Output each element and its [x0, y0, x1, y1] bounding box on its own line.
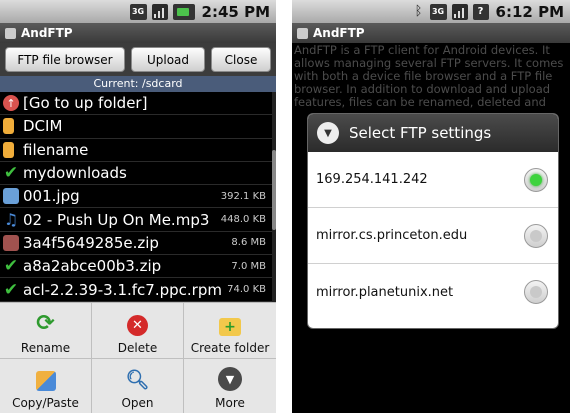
open-menu-item[interactable]: 🔍︎ Open [92, 358, 184, 413]
alarm-icon: ? [472, 3, 489, 20]
close-button[interactable]: Close [211, 47, 271, 72]
folder-icon [3, 118, 14, 135]
copy-paste-icon [35, 371, 56, 391]
checkmark-icon: ✔ [3, 279, 19, 300]
list-item[interactable]: filename [0, 139, 272, 162]
file-browser-screen: 3G 2:45 PM AndFTP FTP file browser Uploa… [0, 0, 276, 413]
ftp-option[interactable]: 169.254.141.242 [308, 152, 558, 208]
app-title-bar: AndFTP [292, 23, 570, 43]
list-item[interactable]: 3a4f5649285e.zip 8.6 MB [0, 232, 272, 256]
description-line: allows managing several FTP servers. It … [294, 57, 564, 70]
ftp-settings-screen: ᛒ 3G ? 6:12 PM AndFTP AndFTP is a FTP cl… [292, 0, 570, 413]
list-item[interactable]: ✔ acl-2.2.39-3.1.fc7.ppc.rpm 74.0 KB [0, 278, 272, 302]
description-line: features, files can be renamed, deleted … [294, 96, 546, 109]
chevron-down-icon: ▼ [218, 367, 242, 391]
options-menu: ⟳ Rename ✕ Delete + Create folder Copy/P… [0, 302, 276, 413]
dialog-header: ▼ Select FTP settings [308, 114, 558, 152]
list-item[interactable]: DCIM [0, 115, 272, 139]
description-line: browser. In addition to download and upl… [294, 83, 551, 96]
app-title: AndFTP [313, 26, 365, 40]
option-label: mirror.planetunix.net [316, 284, 454, 300]
zip-icon [3, 234, 19, 251]
magnifier-icon: 🔍︎ [125, 368, 150, 391]
upload-button[interactable]: Upload [131, 47, 205, 72]
file-name: 3a4f5649285e.zip [23, 233, 159, 252]
rename-menu-item[interactable]: ⟳ Rename [0, 303, 92, 359]
file-size: 7.0 MB [231, 260, 266, 272]
delete-menu-item[interactable]: ✕ Delete [92, 303, 184, 359]
app-title-bar: AndFTP [0, 23, 276, 43]
file-name: mydownloads [23, 164, 127, 183]
file-name: acl-2.2.39-3.1.fc7.ppc.rpm [23, 280, 222, 299]
create-folder-icon: + [219, 317, 241, 336]
signal-icon [151, 3, 168, 20]
3g-icon: 3G [129, 3, 147, 20]
delete-icon: ✕ [127, 314, 148, 336]
file-name: filename [23, 140, 89, 159]
menu-label: Rename [20, 340, 71, 355]
folder-icon [3, 141, 14, 158]
list-item[interactable]: ✔ mydownloads [0, 162, 272, 186]
rename-icon: ⟳ [36, 311, 55, 336]
select-ftp-settings-dialog: ▼ Select FTP settings 169.254.141.242 mi… [307, 113, 559, 329]
bluetooth-icon: ᛒ [414, 4, 423, 19]
file-size: 74.0 KB [227, 284, 266, 296]
description-line: with both a device file browser and a FT… [294, 70, 553, 83]
file-name: [Go to up folder] [23, 94, 148, 113]
radio-button[interactable] [524, 280, 548, 304]
file-size: 8.6 MB [231, 237, 266, 249]
image-icon [3, 188, 19, 205]
status-bar: ᛒ 3G ? 6:12 PM [292, 0, 570, 23]
status-bar: 3G 2:45 PM [0, 0, 276, 23]
more-menu-item[interactable]: ▼ More [184, 359, 276, 413]
file-name: a8a2abce00b3.zip [23, 257, 162, 276]
menu-label: Create folder [190, 340, 270, 355]
file-size: 392.1 KB [220, 190, 266, 202]
chevron-down-icon: ▼ [317, 122, 339, 144]
menu-label: Copy/Paste [12, 396, 79, 410]
description-line: AndFTP is a FTP client for Android devic… [294, 44, 550, 57]
app-icon [5, 27, 16, 39]
dialog-title: Select FTP settings [349, 124, 492, 142]
menu-label: Delete [117, 340, 158, 355]
list-item[interactable]: ♫ 02 - Push Up On Me.mp3 448.0 KB [0, 208, 272, 232]
file-size: 448.0 KB [220, 214, 266, 226]
toolbar: FTP file browser Upload Close [0, 43, 276, 76]
file-name: 02 - Push Up On Me.mp3 [23, 210, 210, 229]
option-label: 169.254.141.242 [316, 172, 428, 187]
radio-button-selected[interactable] [524, 167, 548, 192]
ftp-file-browser-button[interactable]: FTP file browser [5, 47, 125, 72]
app-icon [297, 27, 308, 39]
file-list: ↑ [Go to up folder] DCIM filename ✔ mydo… [0, 92, 272, 302]
file-name: 001.jpg [23, 187, 80, 206]
ftp-option[interactable]: mirror.cs.princeton.edu [308, 208, 558, 264]
music-icon: ♫ [3, 210, 19, 230]
list-item[interactable]: ✔ a8a2abce00b3.zip 7.0 MB [0, 255, 272, 279]
file-name: DCIM [23, 117, 63, 136]
menu-label: More [215, 396, 245, 410]
option-label: mirror.cs.princeton.edu [316, 228, 468, 243]
app-title: AndFTP [21, 26, 73, 40]
radio-button[interactable] [524, 223, 548, 248]
copy-paste-menu-item[interactable]: Copy/Paste [0, 358, 92, 413]
checkmark-icon: ✔ [3, 163, 19, 184]
clock: 2:45 PM [201, 2, 270, 21]
battery-icon [172, 3, 195, 20]
up-folder-icon: ↑ [3, 95, 19, 112]
checkmark-icon: ✔ [3, 256, 19, 277]
current-path: Current: /sdcard [0, 76, 276, 92]
signal-icon [451, 3, 468, 20]
list-item[interactable]: ↑ [Go to up folder] [0, 92, 272, 116]
ftp-option[interactable]: mirror.planetunix.net [308, 264, 558, 320]
create-folder-menu-item[interactable]: + Create folder [184, 303, 276, 359]
scrollbar-thumb[interactable] [272, 150, 276, 230]
clock: 6:12 PM [495, 2, 564, 21]
app-description: AndFTP is a FTP client for Android devic… [294, 44, 568, 109]
menu-label: Open [121, 396, 154, 410]
3g-icon: 3G [429, 3, 447, 20]
list-item[interactable]: 001.jpg 392.1 KB [0, 185, 272, 209]
